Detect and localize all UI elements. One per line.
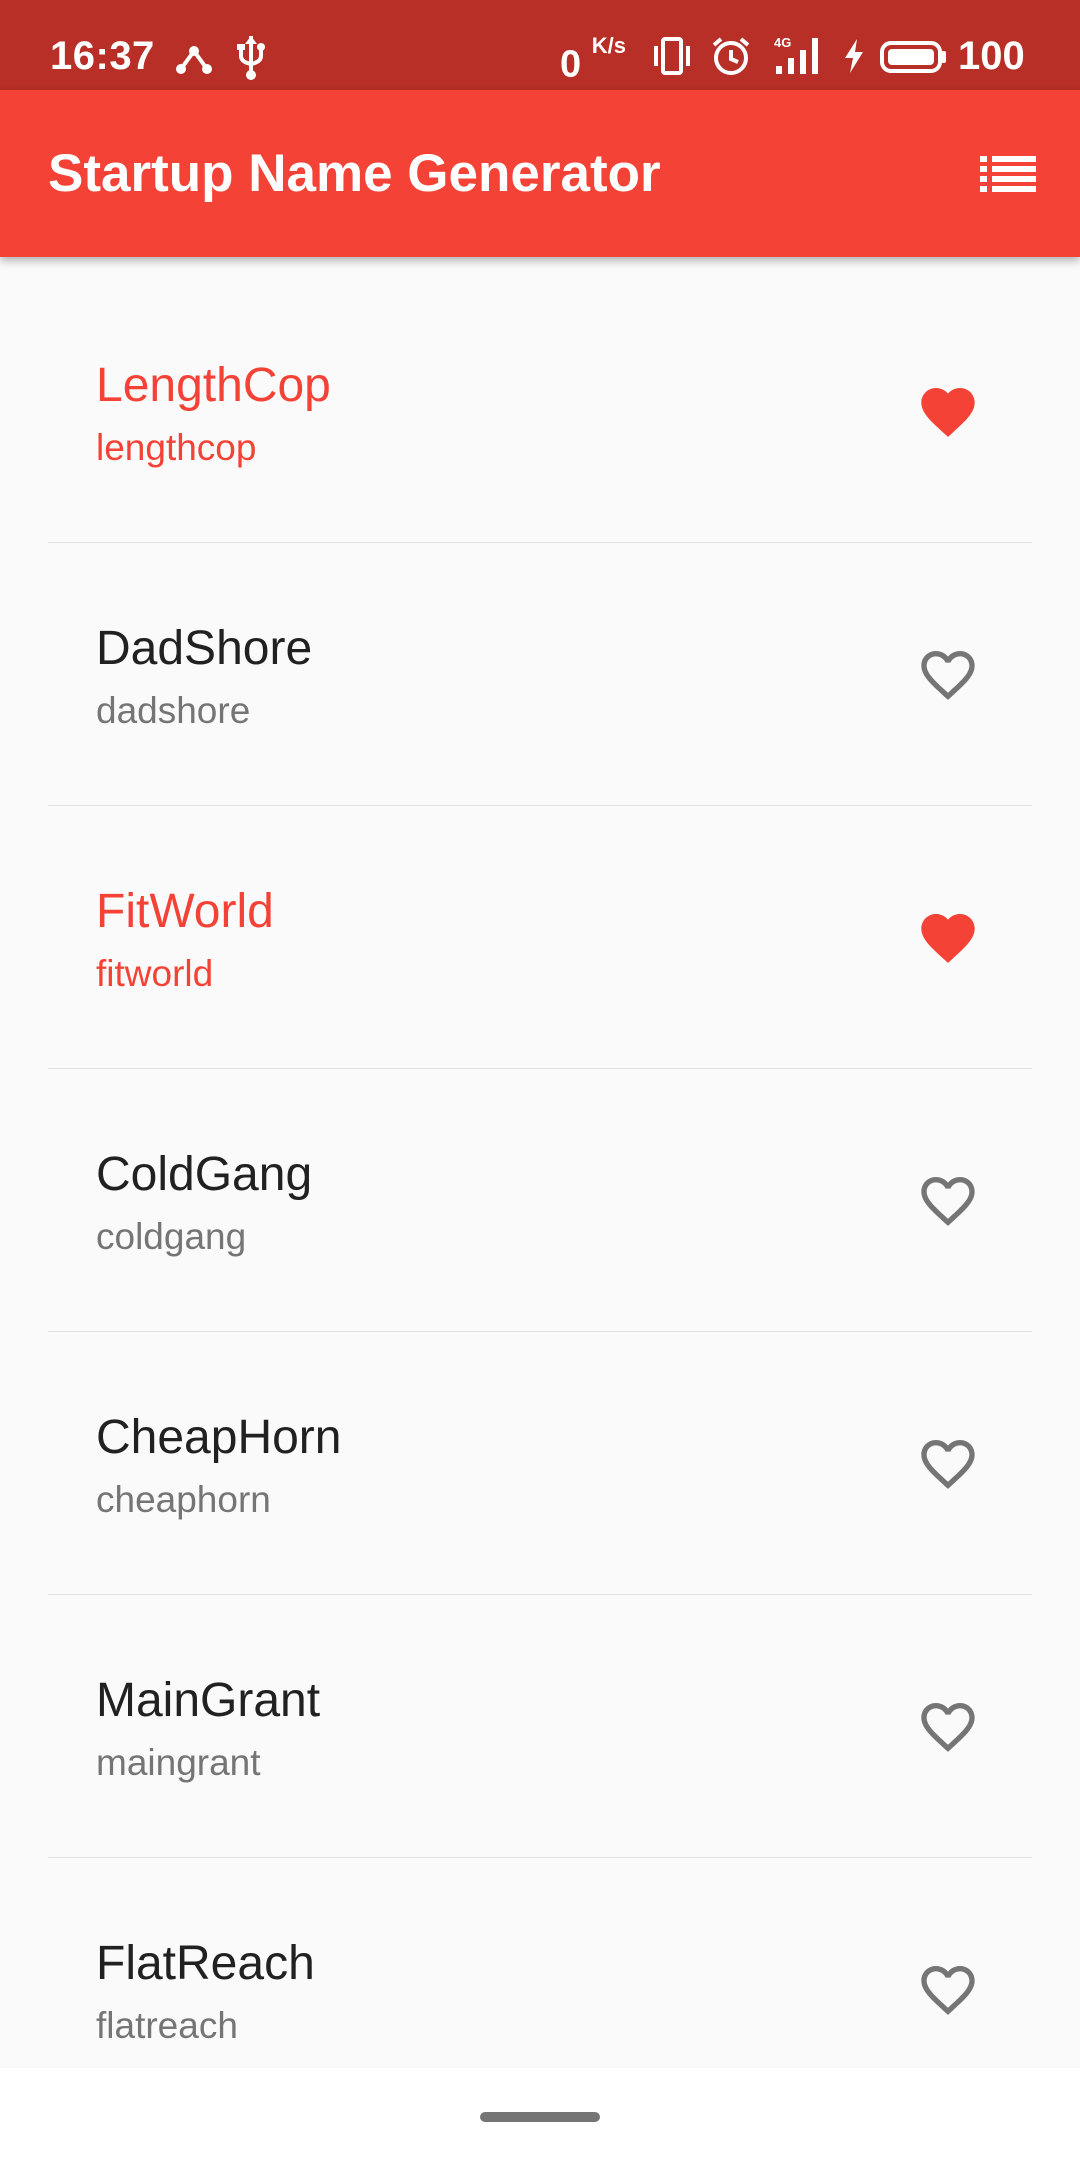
- name-subtitle: lengthcop: [96, 427, 257, 468]
- app-bar: Startup Name Generator: [0, 90, 1080, 257]
- net-speed-unit: K/s: [591, 33, 626, 58]
- name-list[interactable]: LengthCop lengthcop DadShore dadshore Fi…: [0, 280, 1080, 2068]
- charging-icon: [845, 39, 863, 73]
- list-icon: [980, 156, 1036, 192]
- saved-list-button[interactable]: [960, 138, 1056, 210]
- home-gesture-handle[interactable]: [480, 2112, 600, 2122]
- heart-outline-icon[interactable]: [916, 1695, 980, 1759]
- usb-icon: [237, 36, 265, 80]
- name-title: MainGrant: [96, 1674, 321, 1727]
- name-title: FlatReach: [96, 1937, 315, 1990]
- name-subtitle: dadshore: [96, 690, 251, 731]
- name-title: LengthCop: [96, 359, 331, 412]
- name-title: CheapHorn: [96, 1411, 342, 1464]
- list-item[interactable]: FitWorld fitworld: [0, 806, 1080, 1069]
- list-item[interactable]: DadShore dadshore: [0, 543, 1080, 806]
- list-item[interactable]: LengthCop lengthcop: [0, 280, 1080, 543]
- name-subtitle: coldgang: [96, 1216, 247, 1257]
- name-title: FitWorld: [96, 885, 274, 938]
- heart-outline-icon[interactable]: [916, 643, 980, 707]
- list-item[interactable]: CheapHorn cheaphorn: [0, 1332, 1080, 1595]
- heart-filled-icon[interactable]: [916, 906, 980, 970]
- net-speed: 0 K/s: [560, 0, 626, 90]
- list-item[interactable]: ColdGang coldgang: [0, 1069, 1080, 1332]
- status-time: 16:37: [50, 34, 155, 78]
- vibrate-icon: [654, 37, 690, 75]
- battery-icon: [880, 41, 946, 73]
- list-item[interactable]: FlatReach flatreach: [0, 1858, 1080, 2068]
- name-subtitle: maingrant: [96, 1742, 261, 1783]
- status-bar: 16:37 0 K/s 4G 100: [0, 0, 1080, 90]
- signal-4g-icon: 4G: [774, 35, 818, 74]
- network-type-label: 4G: [774, 35, 791, 50]
- heart-outline-icon[interactable]: [916, 1958, 980, 2022]
- name-subtitle: fitworld: [96, 953, 214, 994]
- name-title: DadShore: [96, 622, 313, 675]
- app-title: Startup Name Generator: [48, 144, 661, 203]
- name-subtitle: flatreach: [96, 2005, 238, 2046]
- list-item[interactable]: MainGrant maingrant: [0, 1595, 1080, 1858]
- name-subtitle: cheaphorn: [96, 1479, 271, 1520]
- battery-level: 100: [958, 34, 1025, 78]
- heart-outline-icon[interactable]: [916, 1432, 980, 1496]
- alarm-icon: [712, 37, 750, 75]
- heart-outline-icon[interactable]: [916, 1169, 980, 1233]
- name-title: ColdGang: [96, 1148, 313, 1201]
- net-speed-value: 0: [560, 43, 582, 86]
- share-icon: [176, 46, 212, 74]
- heart-filled-icon[interactable]: [916, 380, 980, 444]
- navigation-bar: [0, 2068, 1080, 2160]
